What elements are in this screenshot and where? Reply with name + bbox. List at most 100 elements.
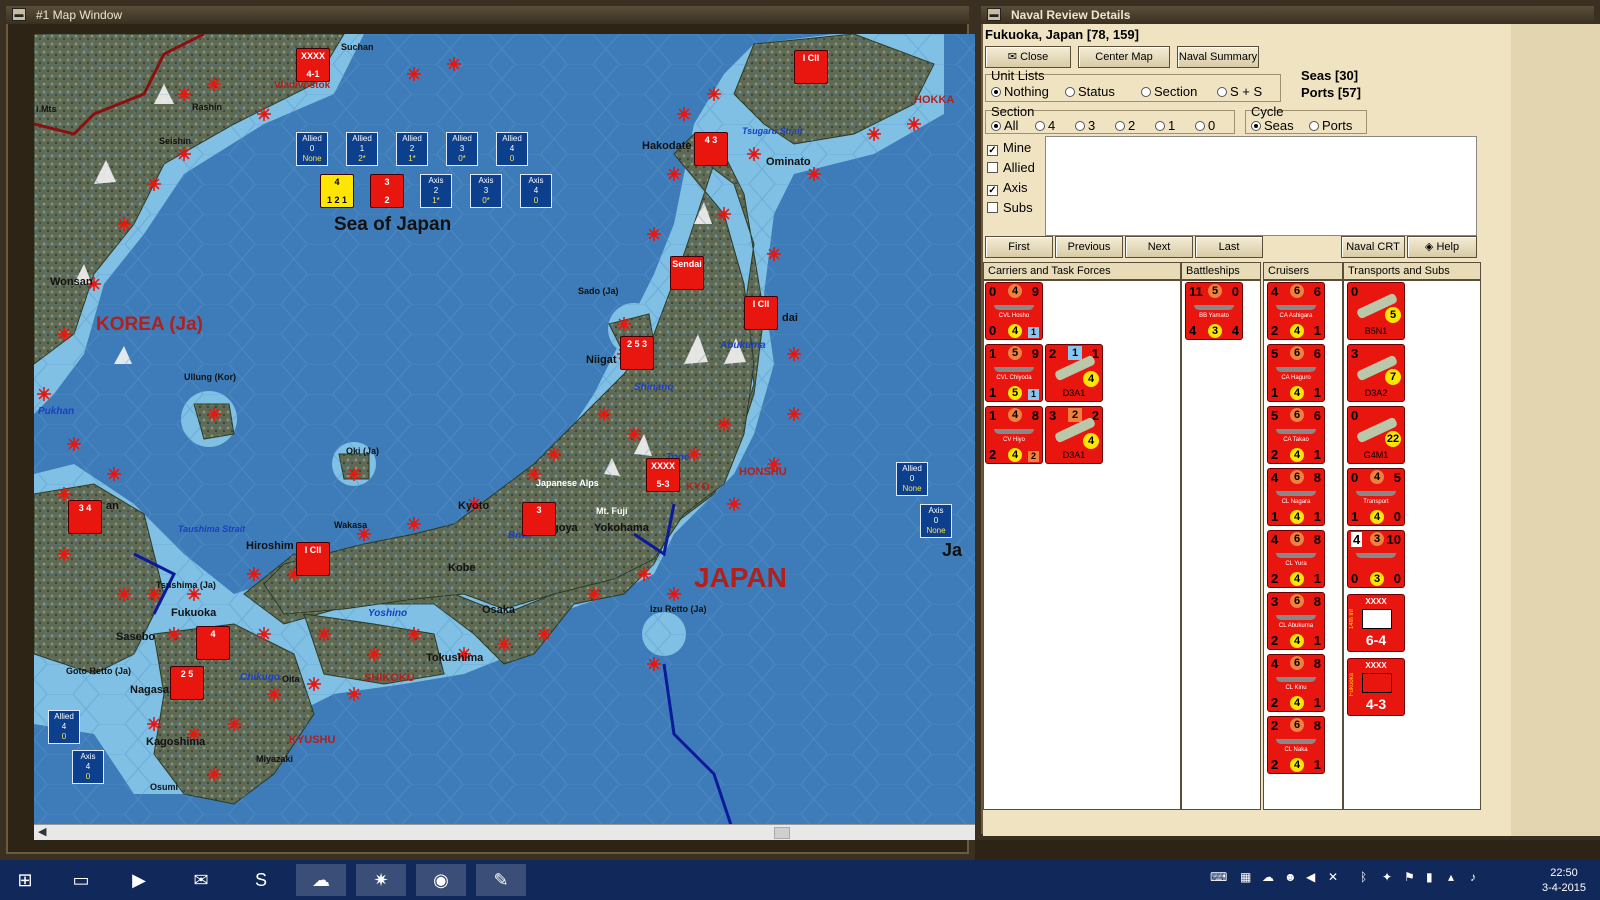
unit-plane-d3a2[interactable]: 3 7 D3A2 [1347,344,1405,402]
axis-box-2[interactable]: Axis 2 1* [420,174,452,208]
onedrive-icon[interactable]: ☁ [1262,870,1274,884]
flag-icon[interactable]: ⚑ [1404,870,1415,884]
unit-army-14th-inf[interactable]: XXXX 14th Inf 6-4 [1347,594,1405,652]
allied-box-1[interactable]: Allied 1 2* [346,132,378,166]
wif-game-icon[interactable]: ◉ [416,864,466,896]
hakodate-counter[interactable]: 4 3 [694,132,728,166]
tray-bird-icon[interactable]: ✦ [1382,870,1392,884]
unit-cvl-hosho[interactable]: 049 CVL Hosho 041 [985,282,1043,340]
bluetooth-icon[interactable]: ᛒ [1360,870,1367,884]
axis-box-3[interactable]: Axis 3 0* [470,174,502,208]
fleet-counter[interactable]: 41 2 1 [320,174,354,208]
unit-plane-d3a1-1[interactable]: 211 4 D3A1 [1045,344,1103,402]
allied-box-right[interactable]: Allied 0 None [896,462,928,496]
first-button[interactable]: First [985,236,1053,258]
signal-icon[interactable]: ▴ [1448,870,1454,884]
busan-counter[interactable]: 3 4 [68,500,102,534]
fleet-counter-2[interactable]: 32 [370,174,404,208]
unit-cruiser[interactable]: 4 6 6 CA Ashigara 2 4 1 [1267,282,1325,340]
niigata-counter[interactable]: 2 5 3 [620,336,654,370]
section-0[interactable]: 0 [1195,118,1215,133]
game-fire-icon[interactable]: ✷ [356,864,406,896]
axis-box-4[interactable]: Axis 4 0 [520,174,552,208]
naval-summary-button[interactable]: Naval Summary [1177,46,1259,68]
keyboard-icon[interactable]: ⌨ [1210,870,1227,884]
last-button[interactable]: Last [1195,236,1263,258]
speaker-icon[interactable]: ♪ [1470,870,1476,884]
tokyo-army-counter[interactable]: XXXX 5-3 [646,458,680,492]
close-button[interactable]: ✉ Close [985,46,1071,68]
media-player-icon[interactable]: ▶ [114,864,164,896]
section-3[interactable]: 3 [1075,118,1095,133]
unit-cruiser[interactable]: 4 6 8 CL Kinu 2 4 1 [1267,654,1325,712]
section-1[interactable]: 1 [1155,118,1175,133]
naval-crt-button[interactable]: Naval CRT [1341,236,1405,258]
unit-plane-d3a1-2[interactable]: 322 4 D3A1 [1045,406,1103,464]
unit-plane-b5n1[interactable]: 0 5 B5N1 [1347,282,1405,340]
nagasaki-counter[interactable]: 2 5 [170,666,204,700]
radio-s-plus-s[interactable]: S + S [1217,84,1262,99]
unit-list-box[interactable] [1045,136,1477,236]
hiroshima-counter[interactable]: I Cll [296,542,330,576]
allied-box-2[interactable]: Allied 2 1* [396,132,428,166]
unit-cruiser[interactable]: 5 6 6 CA Takao 2 4 1 [1267,406,1325,464]
axis-box-right[interactable]: Axis 0 None [920,504,952,538]
map-window-titlebar[interactable]: ▬ #1 Map Window [6,6,969,24]
mute-icon[interactable]: ✕ [1328,870,1338,884]
map-view[interactable]: Sea of Japan KOREA (Ja) JAPAN HONSHU SHI… [34,34,982,824]
unit-cruiser[interactable]: 5 6 6 CA Haguro 1 4 1 [1267,344,1325,402]
unit-plane-g4m1[interactable]: 0 22 G4M1 [1347,406,1405,464]
nagoya-counter[interactable]: 3 [522,502,556,536]
help-button[interactable]: ◈ Help [1407,236,1477,258]
unit-transport[interactable]: 045 Transport 140 [1347,468,1405,526]
honshu-counter[interactable]: Sendai [670,256,704,290]
radio-section[interactable]: Section [1141,84,1197,99]
section-all[interactable]: All [991,118,1018,133]
hokkaido-counter[interactable]: I Cll [794,50,828,84]
scroll-thumb[interactable] [774,827,790,839]
unit-cruiser[interactable]: 3 6 8 CL Abukuma 2 4 1 [1267,592,1325,650]
naval-window-titlebar[interactable]: ▬ Naval Review Details [981,6,1594,24]
section-4[interactable]: 4 [1035,118,1055,133]
thunderbird-icon[interactable]: ✉ [176,864,226,896]
tray-face-icon[interactable]: ☻ [1284,870,1297,884]
section-2[interactable]: 2 [1115,118,1135,133]
map-horizontal-scrollbar[interactable]: ◀ [34,824,982,840]
cycle-ports[interactable]: Ports [1309,118,1352,133]
window-menu-icon[interactable]: ▬ [987,8,1001,21]
unit-sub[interactable]: 4 3 10 030 [1347,530,1405,588]
clock[interactable]: 22:50 3-4-2015 [1542,866,1586,896]
radio-nothing[interactable]: Nothing [991,84,1049,99]
window-menu-icon[interactable]: ▬ [12,8,26,21]
unit-cruiser[interactable]: 4 6 8 CL Nagara 1 4 1 [1267,468,1325,526]
radio-status[interactable]: Status [1065,84,1115,99]
next-button[interactable]: Next [1125,236,1193,258]
skype-icon[interactable]: S [236,864,286,896]
filter-allied[interactable]: Allied [987,160,1035,175]
unit-bb-yamato[interactable]: 11 5 0 BB Yamato 434 [1185,282,1243,340]
tray-app-icon[interactable]: ▦ [1240,870,1251,884]
fukuoka-counter[interactable]: 4 [196,626,230,660]
center-map-button[interactable]: Center Map [1078,46,1170,68]
allied-box-4[interactable]: Allied 4 0 [496,132,528,166]
filter-subs[interactable]: Subs [987,200,1033,215]
start-windows-icon[interactable]: ⊞ [0,864,50,896]
allied-box-0[interactable]: Allied 0 None [296,132,328,166]
file-explorer-icon[interactable]: ▭ [56,864,106,896]
filter-mine[interactable]: ✓ Mine [987,140,1031,156]
pen-editor-icon[interactable]: ✎ [476,864,526,896]
cycle-seas[interactable]: Seas [1251,118,1294,133]
unit-cvl-chiyoda[interactable]: 159 CVL Chiyoda 151 [985,344,1043,402]
volume-icon[interactable]: ◀ [1306,870,1315,884]
sendai-counter[interactable]: I Cll [744,296,778,330]
unit-cruiser[interactable]: 2 6 8 CL Naka 2 4 1 [1267,716,1325,774]
unit-army-fukuoka[interactable]: XXXX Fukuoka 4-3 [1347,658,1405,716]
vladivostok-army-counter[interactable]: XXXX 4-1 [296,48,330,82]
axis-box-bottom[interactable]: Axis 4 0 [72,750,104,784]
unit-cruiser[interactable]: 4 6 8 CL Yura 2 4 1 [1267,530,1325,588]
scroll-left-arrow-icon[interactable]: ◀ [38,825,46,838]
unit-cv-hiyo[interactable]: 148 CV Hiyo 242 [985,406,1043,464]
allied-box-3[interactable]: Allied 3 0* [446,132,478,166]
allied-box-bottom[interactable]: Allied 4 0 [48,710,80,744]
app-cloud-icon[interactable]: ☁ [296,864,346,896]
